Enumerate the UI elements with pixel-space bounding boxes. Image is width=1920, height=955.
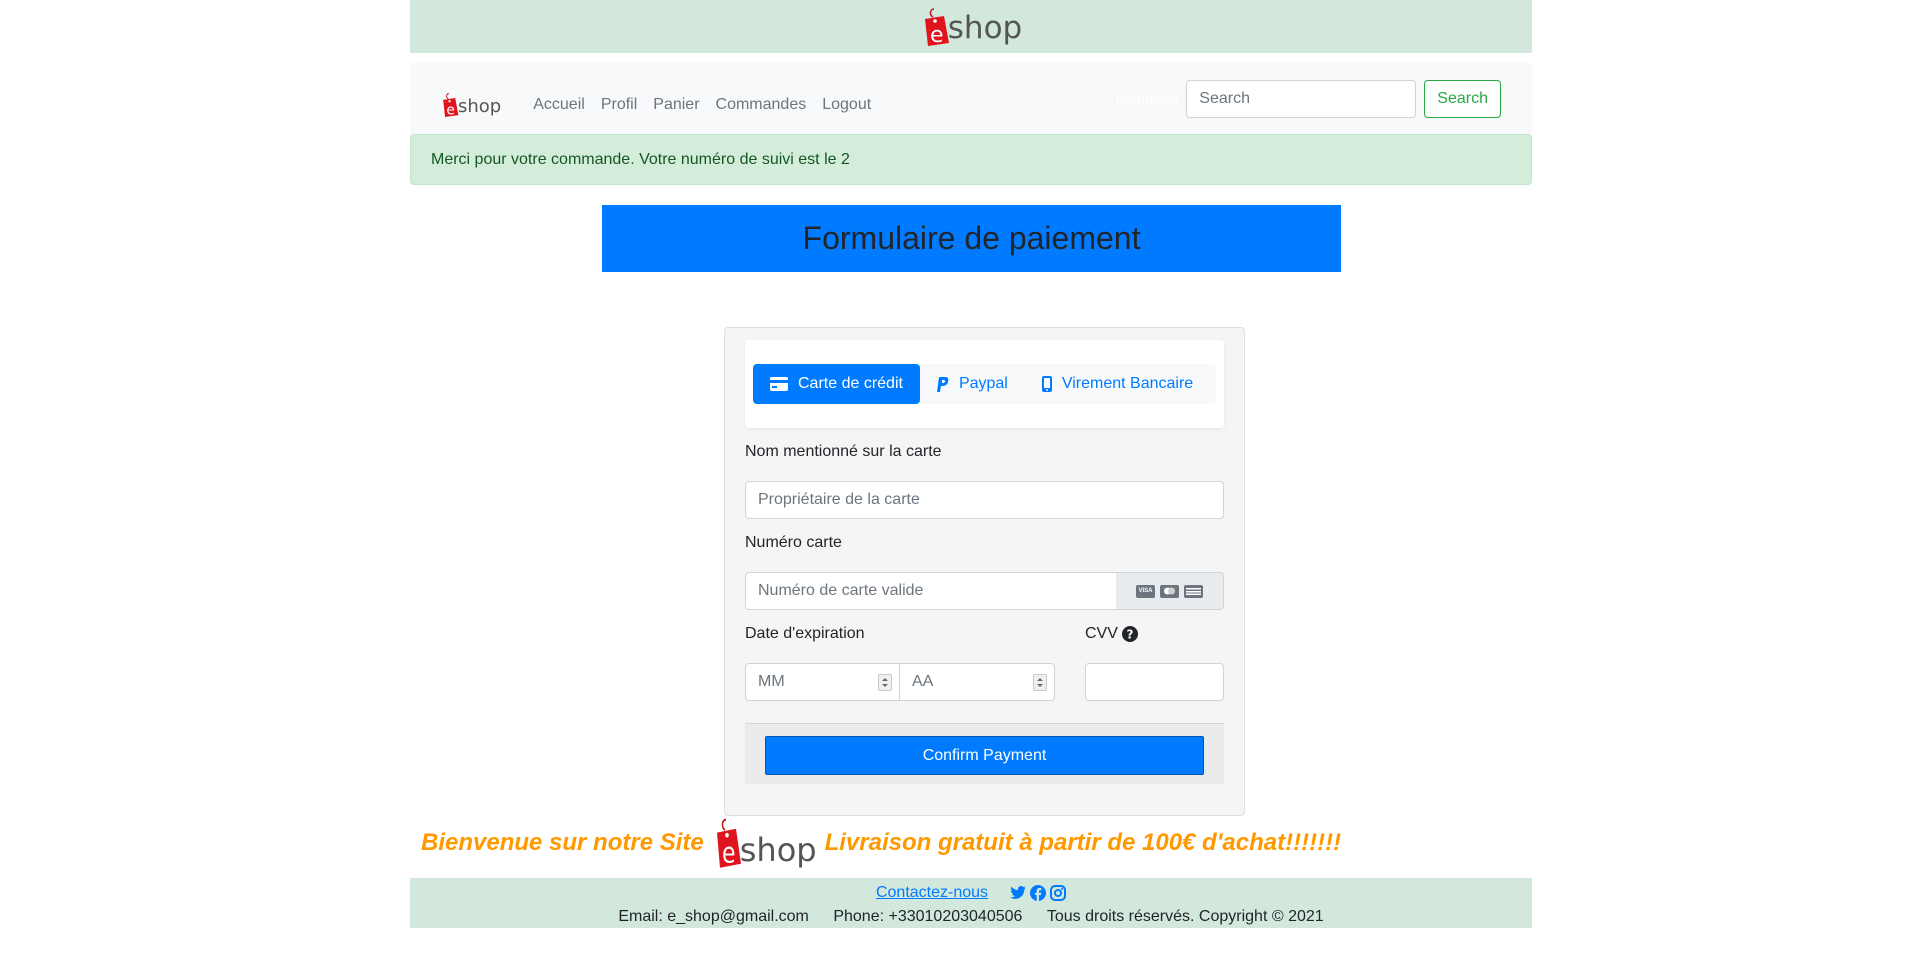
card-number-label: Numéro carte [745, 534, 842, 551]
footer: Contactez-nous Email: e_shop@gmail.com P… [410, 878, 1532, 928]
tab-label: Carte de crédit [798, 375, 903, 392]
welcome-text: Bienvenue sur notre Site [421, 829, 704, 856]
footer-email: Email: e_shop@gmail.com [618, 908, 809, 925]
amex-icon [1184, 584, 1203, 598]
tab-bank-transfer[interactable]: Virement Bancaire [1025, 364, 1210, 404]
footer-info-row: Email: e_shop@gmail.com Phone: +33010203… [410, 908, 1532, 926]
logo-text: shop [458, 96, 502, 117]
mastercard-icon [1160, 584, 1179, 598]
payment-tabs-box: Carte de crédit Paypal Virement Bancaire [745, 340, 1224, 428]
card-name-placeholder: Propriétaire de la carte [758, 491, 920, 508]
nav-search-area: mandona Search [1116, 80, 1501, 118]
twitter-icon[interactable] [1010, 885, 1027, 900]
footer-top-row: Contactez-nous [410, 878, 1532, 901]
visa-icon: VISA [1136, 584, 1155, 598]
expiry-label: Date d'expiration [745, 625, 865, 642]
logo-text: shop [739, 831, 817, 869]
tab-paypal[interactable]: Paypal [920, 364, 1025, 404]
cvv-input[interactable] [1085, 663, 1224, 701]
nav-logout[interactable]: Logout [814, 96, 879, 114]
page-title: Formulaire de paiement [802, 220, 1141, 256]
month-stepper-icon[interactable] [878, 674, 892, 691]
social-links [1010, 884, 1067, 901]
navbar: e shop Accueil Profil Panier Commandes L… [410, 63, 1532, 135]
nav-accueil[interactable]: Accueil [525, 96, 593, 114]
card-number-placeholder: Numéro de carte valide [758, 582, 924, 599]
paypal-icon [936, 376, 949, 392]
card-name-label: Nom mentionné sur la carte [745, 443, 942, 460]
contact-link[interactable]: Contactez-nous [876, 884, 988, 902]
welcome-banner: Bienvenue sur notre Site e shop Livraiso… [421, 816, 1341, 870]
card-brands-addon: VISA [1116, 572, 1224, 610]
search-button[interactable]: Search [1424, 80, 1501, 118]
free-delivery-text: Livraison gratuit à partir de 100€ d'ach… [824, 829, 1342, 856]
search-input[interactable] [1186, 80, 1417, 118]
nav-panier[interactable]: Panier [645, 96, 707, 114]
question-circle-icon[interactable]: ? [1121, 626, 1138, 642]
tab-label: Paypal [958, 375, 1008, 392]
credit-card-icon [770, 377, 788, 391]
payment-card: Carte de crédit Paypal Virement Bancaire… [724, 327, 1245, 816]
svg-text:?: ? [1126, 628, 1133, 642]
logo-letter: e [446, 103, 455, 119]
logo-letter: e [930, 23, 944, 47]
year-stepper-icon[interactable] [1033, 674, 1047, 691]
confirm-zone: Confirm Payment [745, 723, 1224, 784]
success-alert: Merci pour votre commande. Votre numéro … [410, 134, 1532, 185]
instagram-icon[interactable] [1050, 884, 1067, 901]
eshop-logo[interactable]: e shop [920, 7, 1023, 48]
logo-letter: e [722, 837, 736, 869]
expiry-month-input[interactable]: MM [745, 663, 900, 701]
cvv-label: CVV [1085, 625, 1118, 642]
footer-copyright: Tous droits réservés. Copyright © 2021 [1046, 908, 1324, 925]
card-name-input[interactable]: Propriétaire de la carte [745, 481, 1224, 519]
expiry-year-input[interactable]: AA [900, 663, 1055, 701]
facebook-icon[interactable] [1030, 884, 1047, 901]
expiry-year-placeholder: AA [912, 673, 934, 690]
nav-links: Accueil Profil Panier Commandes Logout [525, 96, 879, 114]
nav-profil[interactable]: Profil [593, 96, 645, 114]
navbar-brand[interactable]: e shop [440, 92, 502, 119]
cvv-label-row: CVV ? [1085, 625, 1138, 643]
footer-phone: Phone: +33010203040506 [833, 908, 1023, 925]
eshop-logo: e shop [712, 817, 817, 870]
confirm-payment-button[interactable]: Confirm Payment [765, 736, 1204, 775]
alert-message: Merci pour votre commande. Votre numéro … [431, 150, 850, 168]
shopping-tag-icon: e [440, 92, 459, 119]
username-label: mandona [1115, 90, 1179, 108]
logo-text: shop [947, 9, 1023, 46]
card-number-input[interactable]: Numéro de carte valide [745, 572, 1117, 610]
shopping-tag-icon: e [920, 7, 950, 48]
page-title-bar: Formulaire de paiement [602, 205, 1341, 272]
nav-commandes[interactable]: Commandes [708, 96, 815, 114]
shopping-tag-icon: e [712, 817, 742, 870]
mobile-icon [1041, 376, 1052, 392]
top-banner: e shop [410, 0, 1532, 53]
payment-tabs: Carte de crédit Paypal Virement Bancaire [753, 364, 1216, 404]
tab-label: Virement Bancaire [1061, 375, 1194, 392]
tab-credit-card[interactable]: Carte de crédit [753, 364, 920, 404]
expiry-month-placeholder: MM [758, 673, 785, 690]
